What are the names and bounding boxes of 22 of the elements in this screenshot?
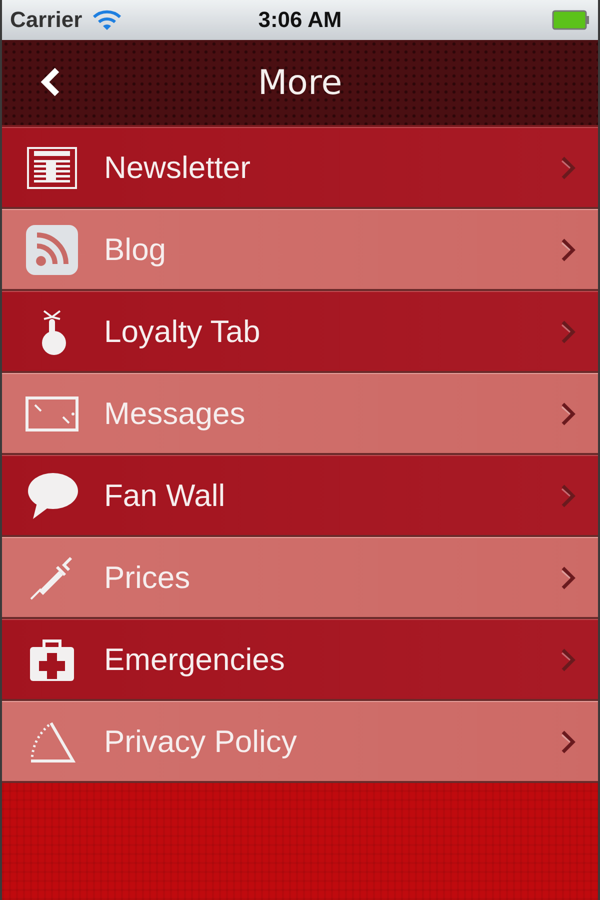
menu-label: Blog <box>104 232 168 268</box>
menu-label: Newsletter <box>104 150 252 186</box>
menu-row[interactable]: Emergencies <box>2 619 598 701</box>
menu-label: Privacy Policy <box>104 724 298 760</box>
medical-kit-icon <box>28 636 76 682</box>
rss-icon <box>25 224 79 276</box>
menu-label: Loyalty Tab <box>104 314 262 350</box>
menu-label: Messages <box>104 396 246 432</box>
battery-icon <box>552 10 590 30</box>
menu-row[interactable]: Loyalty Tab <box>2 291 598 373</box>
menu-row[interactable]: Fan Wall <box>2 455 598 537</box>
menu-label: Fan Wall <box>104 478 226 514</box>
tablet-icon <box>25 396 79 432</box>
screen-title: More <box>258 62 342 102</box>
carrier-label: Carrier <box>10 7 82 33</box>
clock-time: 3:06 AM <box>258 7 342 33</box>
menu-label: Emergencies <box>104 642 286 678</box>
menu-label: Prices <box>104 560 192 596</box>
speech-bubble-icon <box>25 470 79 520</box>
wifi-icon <box>92 9 122 31</box>
menu-row[interactable]: Newsletter <box>2 127 598 209</box>
newspaper-icon <box>26 146 78 190</box>
